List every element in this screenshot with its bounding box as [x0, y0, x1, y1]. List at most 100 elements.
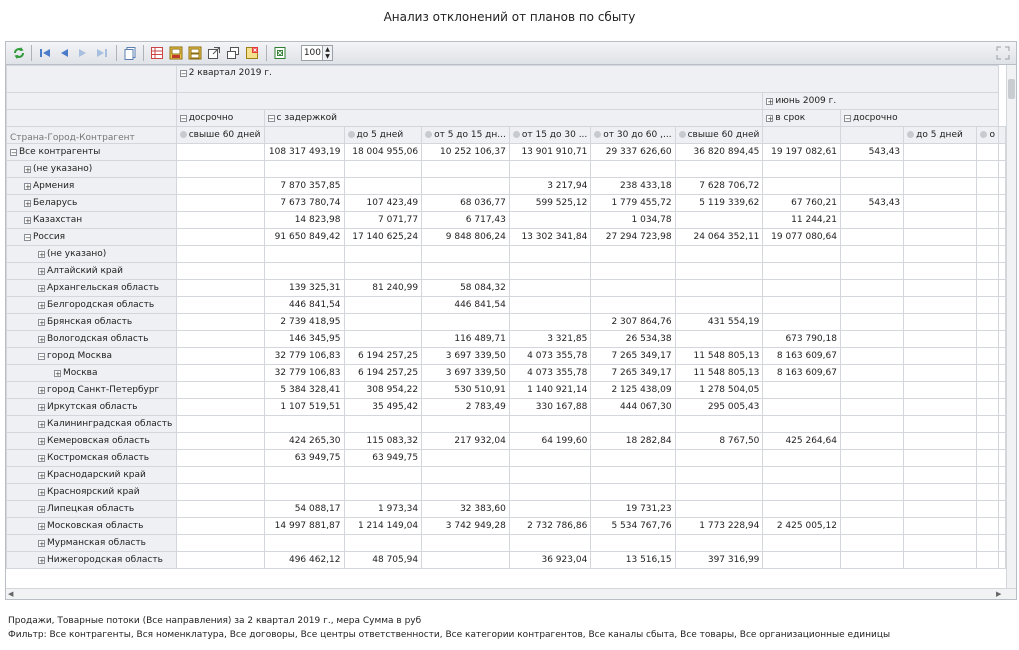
- data-cell[interactable]: [976, 279, 999, 297]
- collapse-icon[interactable]: −: [843, 115, 851, 123]
- data-cell[interactable]: [839, 313, 905, 331]
- data-cell[interactable]: 26 534,38: [590, 330, 676, 348]
- collapse-icon[interactable]: −: [38, 353, 45, 361]
- data-cell[interactable]: [839, 381, 905, 399]
- data-cell[interactable]: 18 004 955,06: [343, 143, 423, 161]
- data-cell[interactable]: [175, 551, 265, 569]
- column-header[interactable]: от 5 до 15 дн...: [421, 126, 510, 144]
- data-cell[interactable]: [421, 466, 510, 484]
- collapse-icon[interactable]: −: [179, 115, 187, 123]
- data-cell[interactable]: 446 841,54: [263, 296, 345, 314]
- data-cell[interactable]: [976, 296, 999, 314]
- data-cell[interactable]: [175, 330, 265, 348]
- data-cell[interactable]: [903, 177, 978, 195]
- data-cell[interactable]: [590, 449, 676, 467]
- data-cell[interactable]: [674, 415, 764, 433]
- collapse-icon[interactable]: −: [267, 115, 275, 123]
- data-cell[interactable]: 14 997 881,87: [263, 517, 345, 535]
- data-cell[interactable]: 1 278 504,05: [674, 381, 764, 399]
- scroll-right-icon[interactable]: ▶: [996, 590, 1001, 598]
- data-cell[interactable]: [421, 177, 510, 195]
- data-cell[interactable]: 295 005,43: [674, 398, 764, 416]
- data-cell[interactable]: [903, 551, 978, 569]
- data-cell[interactable]: 6 194 257,25: [343, 364, 423, 382]
- data-cell[interactable]: 431 554,19: [674, 313, 764, 331]
- next-page-icon[interactable]: [76, 46, 90, 60]
- expand-icon[interactable]: +: [38, 557, 45, 565]
- data-cell[interactable]: [903, 381, 978, 399]
- expand-icon[interactable]: +: [38, 302, 45, 310]
- grid-settings-icon[interactable]: [150, 46, 164, 60]
- data-cell[interactable]: [976, 364, 999, 382]
- data-cell[interactable]: [903, 245, 978, 263]
- data-cell[interactable]: 4 073 355,78: [508, 364, 592, 382]
- data-cell[interactable]: [175, 347, 265, 365]
- data-cell[interactable]: [903, 211, 978, 229]
- data-cell[interactable]: [762, 449, 841, 467]
- data-cell[interactable]: [976, 500, 999, 518]
- data-cell[interactable]: [508, 534, 592, 552]
- row-header[interactable]: + Липецкая область: [6, 500, 177, 518]
- data-cell[interactable]: 4 073 355,78: [508, 347, 592, 365]
- data-cell[interactable]: [903, 262, 978, 280]
- vertical-scrollbar[interactable]: [1006, 65, 1016, 588]
- data-cell[interactable]: [175, 483, 265, 501]
- data-cell[interactable]: 3 697 339,50: [421, 364, 510, 382]
- data-cell[interactable]: [976, 483, 999, 501]
- expand-icon[interactable]: +: [38, 489, 45, 497]
- data-cell[interactable]: [976, 245, 999, 263]
- data-cell[interactable]: 7 673 780,74: [263, 194, 345, 212]
- data-cell[interactable]: [175, 364, 265, 382]
- data-cell[interactable]: [508, 279, 592, 297]
- data-cell[interactable]: 238 433,18: [590, 177, 676, 195]
- row-header[interactable]: − Россия: [6, 228, 177, 246]
- data-cell[interactable]: [762, 500, 841, 518]
- data-cell[interactable]: [762, 177, 841, 195]
- row-header[interactable]: + Алтайский край: [6, 262, 177, 280]
- expand-icon[interactable]: +: [766, 115, 774, 123]
- data-cell[interactable]: [175, 194, 265, 212]
- data-cell[interactable]: 24 064 352,11: [674, 228, 764, 246]
- data-cell[interactable]: 32 779 106,83: [263, 347, 345, 365]
- data-cell[interactable]: [175, 415, 265, 433]
- scroll-thumb[interactable]: [1008, 79, 1015, 99]
- data-cell[interactable]: 444 067,30: [590, 398, 676, 416]
- data-cell[interactable]: 67 760,21: [762, 194, 841, 212]
- data-cell[interactable]: 91 650 849,42: [263, 228, 345, 246]
- data-cell[interactable]: [674, 534, 764, 552]
- data-cell[interactable]: [175, 398, 265, 416]
- data-cell[interactable]: 8 163 609,67: [762, 364, 841, 382]
- data-cell[interactable]: [175, 279, 265, 297]
- data-cell[interactable]: [508, 500, 592, 518]
- data-cell[interactable]: [674, 330, 764, 348]
- data-cell[interactable]: [976, 534, 999, 552]
- data-cell[interactable]: [175, 517, 265, 535]
- data-cell[interactable]: 139 325,31: [263, 279, 345, 297]
- data-cell[interactable]: [175, 296, 265, 314]
- data-cell[interactable]: [839, 347, 905, 365]
- data-cell[interactable]: [343, 313, 423, 331]
- data-cell[interactable]: [903, 432, 978, 450]
- data-cell[interactable]: [976, 432, 999, 450]
- data-cell[interactable]: [839, 449, 905, 467]
- data-cell[interactable]: [762, 313, 841, 331]
- data-cell[interactable]: [762, 483, 841, 501]
- data-cell[interactable]: 7 071,77: [343, 211, 423, 229]
- expand-icon[interactable]: +: [38, 251, 45, 259]
- data-cell[interactable]: 2 732 786,86: [508, 517, 592, 535]
- data-cell[interactable]: 217 932,04: [421, 432, 510, 450]
- data-cell[interactable]: 7 265 349,17: [590, 364, 676, 382]
- data-cell[interactable]: [976, 313, 999, 331]
- data-cell[interactable]: 11 244,21: [762, 211, 841, 229]
- data-cell[interactable]: 496 462,12: [263, 551, 345, 569]
- data-cell[interactable]: 13 516,15: [590, 551, 676, 569]
- data-cell[interactable]: 36 923,04: [508, 551, 592, 569]
- data-cell[interactable]: 17 140 625,24: [343, 228, 423, 246]
- export-icon[interactable]: [169, 46, 183, 60]
- data-cell[interactable]: [175, 500, 265, 518]
- data-cell[interactable]: [762, 381, 841, 399]
- data-cell[interactable]: [175, 160, 265, 178]
- data-cell[interactable]: [343, 160, 423, 178]
- data-cell[interactable]: 63 949,75: [343, 449, 423, 467]
- row-header[interactable]: − город Москва: [6, 347, 177, 365]
